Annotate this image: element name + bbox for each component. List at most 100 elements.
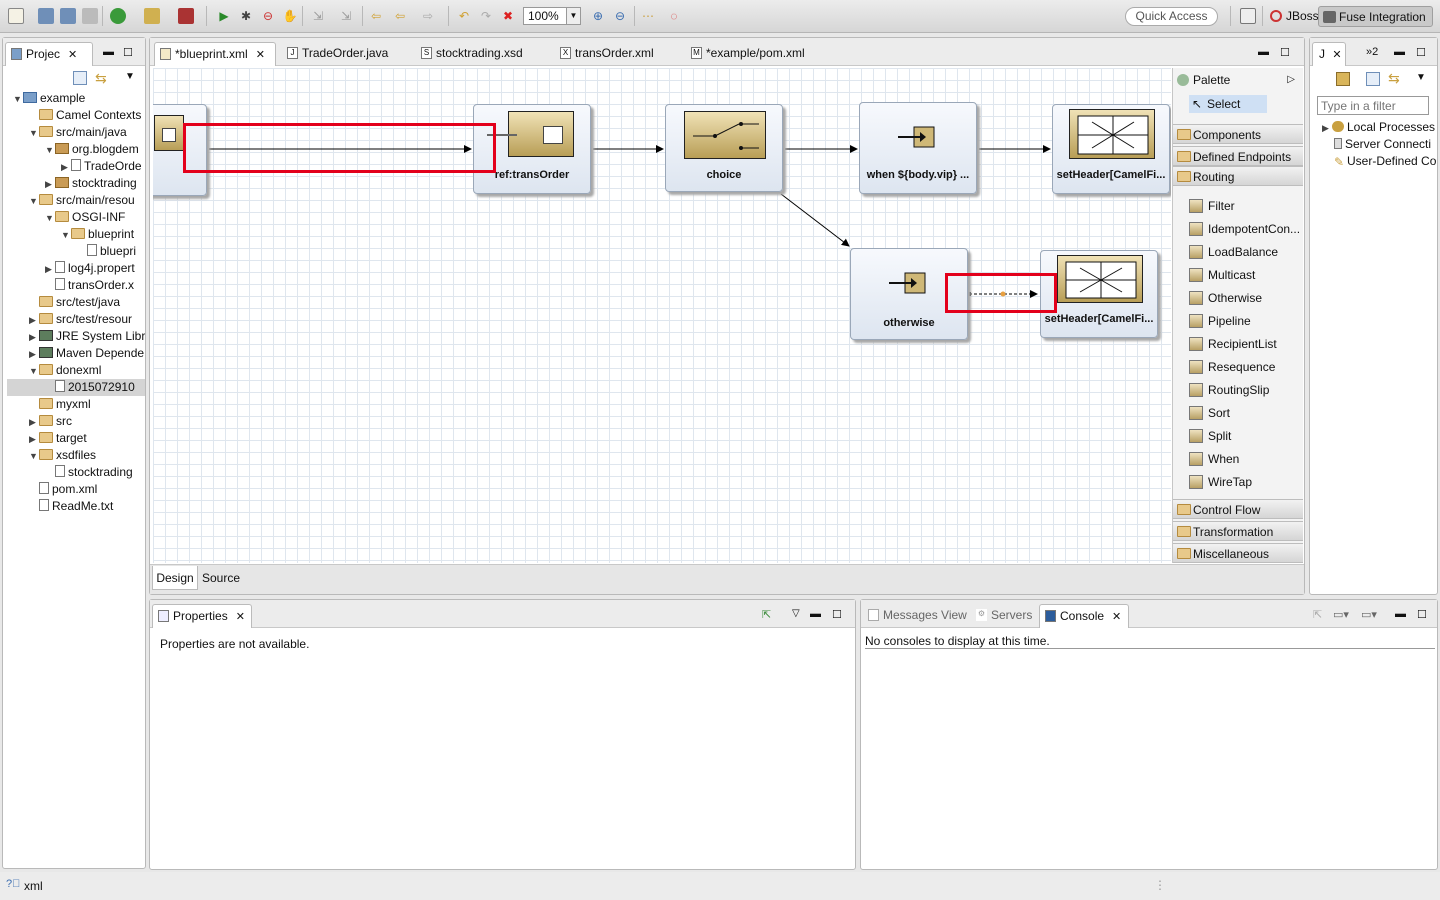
collapsed-icon[interactable]: ▶	[45, 176, 55, 192]
forward-icon[interactable]: ⇨	[420, 8, 436, 24]
palette-item-loadbalance[interactable]: LoadBalance	[1187, 242, 1304, 262]
more-views-icon[interactable]: »2	[1366, 46, 1378, 58]
redo-icon[interactable]: ↷	[478, 8, 494, 24]
maximize-icon[interactable]: ☐	[832, 608, 842, 621]
palette-item-filter[interactable]: Filter	[1187, 196, 1304, 216]
diagram-node-setheader-2[interactable]: setHeader[CamelFi...	[1040, 250, 1158, 338]
palette-drawer-routing[interactable]: Routing	[1173, 166, 1303, 186]
link-icon[interactable]: ⇆	[1388, 70, 1400, 87]
diagram-node-when[interactable]: when ${body.vip} ...	[859, 102, 977, 194]
collapsed-icon[interactable]: ▶	[29, 431, 39, 447]
print-icon[interactable]	[82, 8, 98, 24]
filter-input[interactable]	[1317, 96, 1429, 115]
display-console-icon[interactable]: ▭▾	[1333, 608, 1349, 621]
undo-icon[interactable]: ↶	[456, 8, 472, 24]
layout-icon[interactable]: ⋯	[640, 8, 656, 24]
tree-item[interactable]: ▼ donexml	[29, 362, 145, 379]
tree-item[interactable]: ▶ src	[29, 413, 145, 430]
tree-item[interactable]: ▶ Maven Depende	[29, 345, 145, 362]
palette-item-when[interactable]: When	[1187, 449, 1304, 469]
palette-item-multicast[interactable]: Multicast	[1187, 265, 1304, 285]
tree-item[interactable]: ▶ target	[29, 430, 145, 447]
tree-item[interactable]: ▼ org.blogdem	[45, 141, 145, 158]
palette-item-recipientlist[interactable]: RecipientList	[1187, 334, 1304, 354]
minimize-icon[interactable]: ▬	[1258, 46, 1269, 58]
tree-item[interactable]: pom.xml	[29, 481, 145, 498]
palette-drawer-miscellaneous[interactable]: Miscellaneous	[1173, 543, 1303, 563]
zoom-select[interactable]: 100% ▼	[523, 7, 581, 25]
tab-tradeorder-java[interactable]: J TradeOrder.java	[282, 42, 388, 66]
palette-header[interactable]: Palette ▷	[1177, 72, 1301, 88]
tree-item[interactable]: src/test/java	[29, 294, 145, 311]
debug-icon[interactable]	[178, 8, 194, 24]
tree-item[interactable]: Camel Contexts	[29, 107, 145, 124]
palette-drawer-defined-endpoints[interactable]: Defined Endpoints	[1173, 146, 1303, 166]
tree-item[interactable]: transOrder.x	[45, 277, 145, 294]
zoom-out-icon[interactable]: ⊖	[612, 8, 628, 24]
diagram-node-setheader-1[interactable]: setHeader[CamelFi...	[1052, 104, 1170, 194]
view-menu-icon[interactable]: ▼	[125, 71, 135, 82]
tree-item[interactable]: ▼ xsdfiles	[29, 447, 145, 464]
expanded-icon[interactable]: ▼	[45, 142, 55, 158]
perspective-jboss[interactable]: JBoss	[1266, 6, 1325, 27]
quick-access-input[interactable]: Quick Access	[1125, 7, 1218, 26]
minimize-icon[interactable]: ▬	[1394, 46, 1405, 58]
tree-item[interactable]: ▼ OSGI-INF	[45, 209, 145, 226]
tree-item-server-connections[interactable]: Server Connecti	[1334, 136, 1438, 153]
tree-item[interactable]: ▶ log4j.propert	[45, 260, 145, 277]
pin-console-icon[interactable]: ⇱	[1313, 608, 1322, 621]
refresh-icon[interactable]	[1336, 72, 1350, 86]
tree-item[interactable]: 2015072910	[7, 379, 145, 396]
diagram-node-choice[interactable]: choice	[665, 104, 783, 192]
expanded-icon[interactable]: ▼	[45, 210, 55, 226]
palette-item-resequence[interactable]: Resequence	[1187, 357, 1304, 377]
back-nav-icon[interactable]: ⇦	[368, 8, 384, 24]
tree-item[interactable]: ▶ stocktrading	[45, 175, 145, 192]
tab-project-explorer[interactable]: Projec ✕	[5, 42, 93, 66]
collapsed-icon[interactable]: ▶	[29, 329, 39, 345]
zoom-in-icon[interactable]: ⊕	[590, 8, 606, 24]
palette-item-wiretap[interactable]: WireTap	[1187, 472, 1304, 492]
step-over-icon[interactable]: ⇲	[338, 8, 354, 24]
palette-item-pipeline[interactable]: Pipeline	[1187, 311, 1304, 331]
save-all-icon[interactable]	[60, 8, 76, 24]
palette-item-otherwise[interactable]: Otherwise	[1187, 288, 1304, 308]
view-menu-icon[interactable]: ▼	[1416, 72, 1426, 83]
tab-design[interactable]: Design	[152, 566, 198, 590]
close-icon[interactable]: ✕	[256, 49, 265, 61]
tab-servers[interactable]: ⚙ Servers	[971, 604, 1032, 628]
tree-item[interactable]: ▼ src/main/java	[29, 124, 145, 141]
tree-item[interactable]: ▼ example	[13, 90, 145, 107]
collapsed-icon[interactable]: ▶	[29, 414, 39, 430]
minimize-icon[interactable]: ▬	[103, 46, 114, 58]
tree-item[interactable]: ▼ blueprint	[61, 226, 145, 243]
palette-item-routingslip[interactable]: RoutingSlip	[1187, 380, 1304, 400]
tree-item[interactable]: ▼ src/main/resou	[29, 192, 145, 209]
maximize-icon[interactable]: ☐	[1417, 608, 1427, 621]
collapse-all-icon[interactable]	[73, 71, 87, 85]
palette-drawer-transformation[interactable]: Transformation	[1173, 521, 1303, 541]
run-icon[interactable]	[110, 8, 126, 24]
maximize-icon[interactable]: ☐	[1416, 46, 1426, 59]
minimize-icon[interactable]: ▬	[1395, 608, 1406, 620]
tab-messages-view[interactable]: Messages View	[863, 604, 967, 628]
tree-item[interactable]: ReadMe.txt	[29, 498, 145, 515]
palette-drawer-components[interactable]: Components	[1173, 124, 1303, 144]
maximize-icon[interactable]: ☐	[1280, 46, 1290, 59]
open-console-icon[interactable]: ▭▾	[1361, 608, 1377, 621]
palette-select-tool[interactable]: ↖ Select	[1189, 95, 1267, 113]
route-diagram-canvas[interactable]: ref:transOrder choice when ${body.vip} .…	[153, 68, 1171, 563]
pin-view-icon[interactable]: ⇱	[762, 608, 771, 621]
tree-item[interactable]: myxml	[29, 396, 145, 413]
stop-icon[interactable]: ⊖	[260, 8, 276, 24]
camel-icon[interactable]: ◌	[666, 8, 682, 24]
open-perspective-icon[interactable]	[1240, 8, 1256, 24]
tab-properties[interactable]: Properties ✕	[152, 604, 252, 628]
tab-pom-xml[interactable]: M *example/pom.xml	[686, 42, 805, 66]
collapsed-icon[interactable]: ▶	[61, 159, 71, 175]
collapsed-icon[interactable]: ▶	[29, 346, 39, 362]
close-icon[interactable]: ✕	[68, 49, 77, 61]
palette-item-sort[interactable]: Sort	[1187, 403, 1304, 423]
tree-item[interactable]: ▶ src/test/resour	[29, 311, 145, 328]
collapse-all-icon[interactable]	[1366, 72, 1380, 86]
